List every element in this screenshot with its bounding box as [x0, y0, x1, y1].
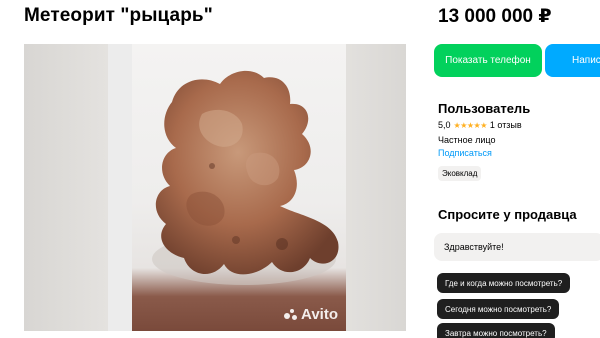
show-phone-button[interactable]: Показать телефон — [434, 44, 542, 77]
photo-gallery[interactable]: Avito — [24, 44, 406, 331]
seller-type: Частное лицо — [438, 135, 496, 145]
subscribe-link[interactable]: Подписаться — [438, 148, 492, 158]
rating-stars-icon: ★★★★★ — [453, 120, 488, 130]
quick-question-chip[interactable]: Сегодня можно посмотреть? — [437, 299, 560, 319]
seller-rating: 5,0 ★★★★★ 1 отзыв — [438, 120, 522, 130]
rating-value: 5,0 — [438, 120, 451, 130]
listing-photo[interactable]: Avito — [132, 44, 346, 331]
seller-badge[interactable]: Эковклад — [438, 166, 482, 181]
seller-name[interactable]: Пользователь — [438, 101, 530, 116]
listing-price: 13 000 000 ₽ — [438, 6, 552, 27]
avito-watermark: Avito — [284, 306, 338, 323]
gallery-blur-left — [24, 44, 108, 331]
write-message-button[interactable]: Напис — [545, 44, 600, 77]
meteorite-image — [152, 70, 339, 285]
ask-seller-title: Спросите у продавца — [438, 207, 577, 222]
quick-question-chip[interactable]: Завтра можно посмотреть? — [437, 323, 555, 338]
listing-title: Метеорит "рыцарь" — [24, 5, 213, 26]
quick-question-chip[interactable]: Где и когда можно посмотреть? — [437, 273, 571, 293]
message-input[interactable]: Здравствуйте! — [434, 233, 600, 261]
watermark-text: Avito — [301, 306, 338, 323]
avito-logo-icon — [284, 308, 298, 321]
reviews-link[interactable]: 1 отзыв — [490, 120, 522, 130]
